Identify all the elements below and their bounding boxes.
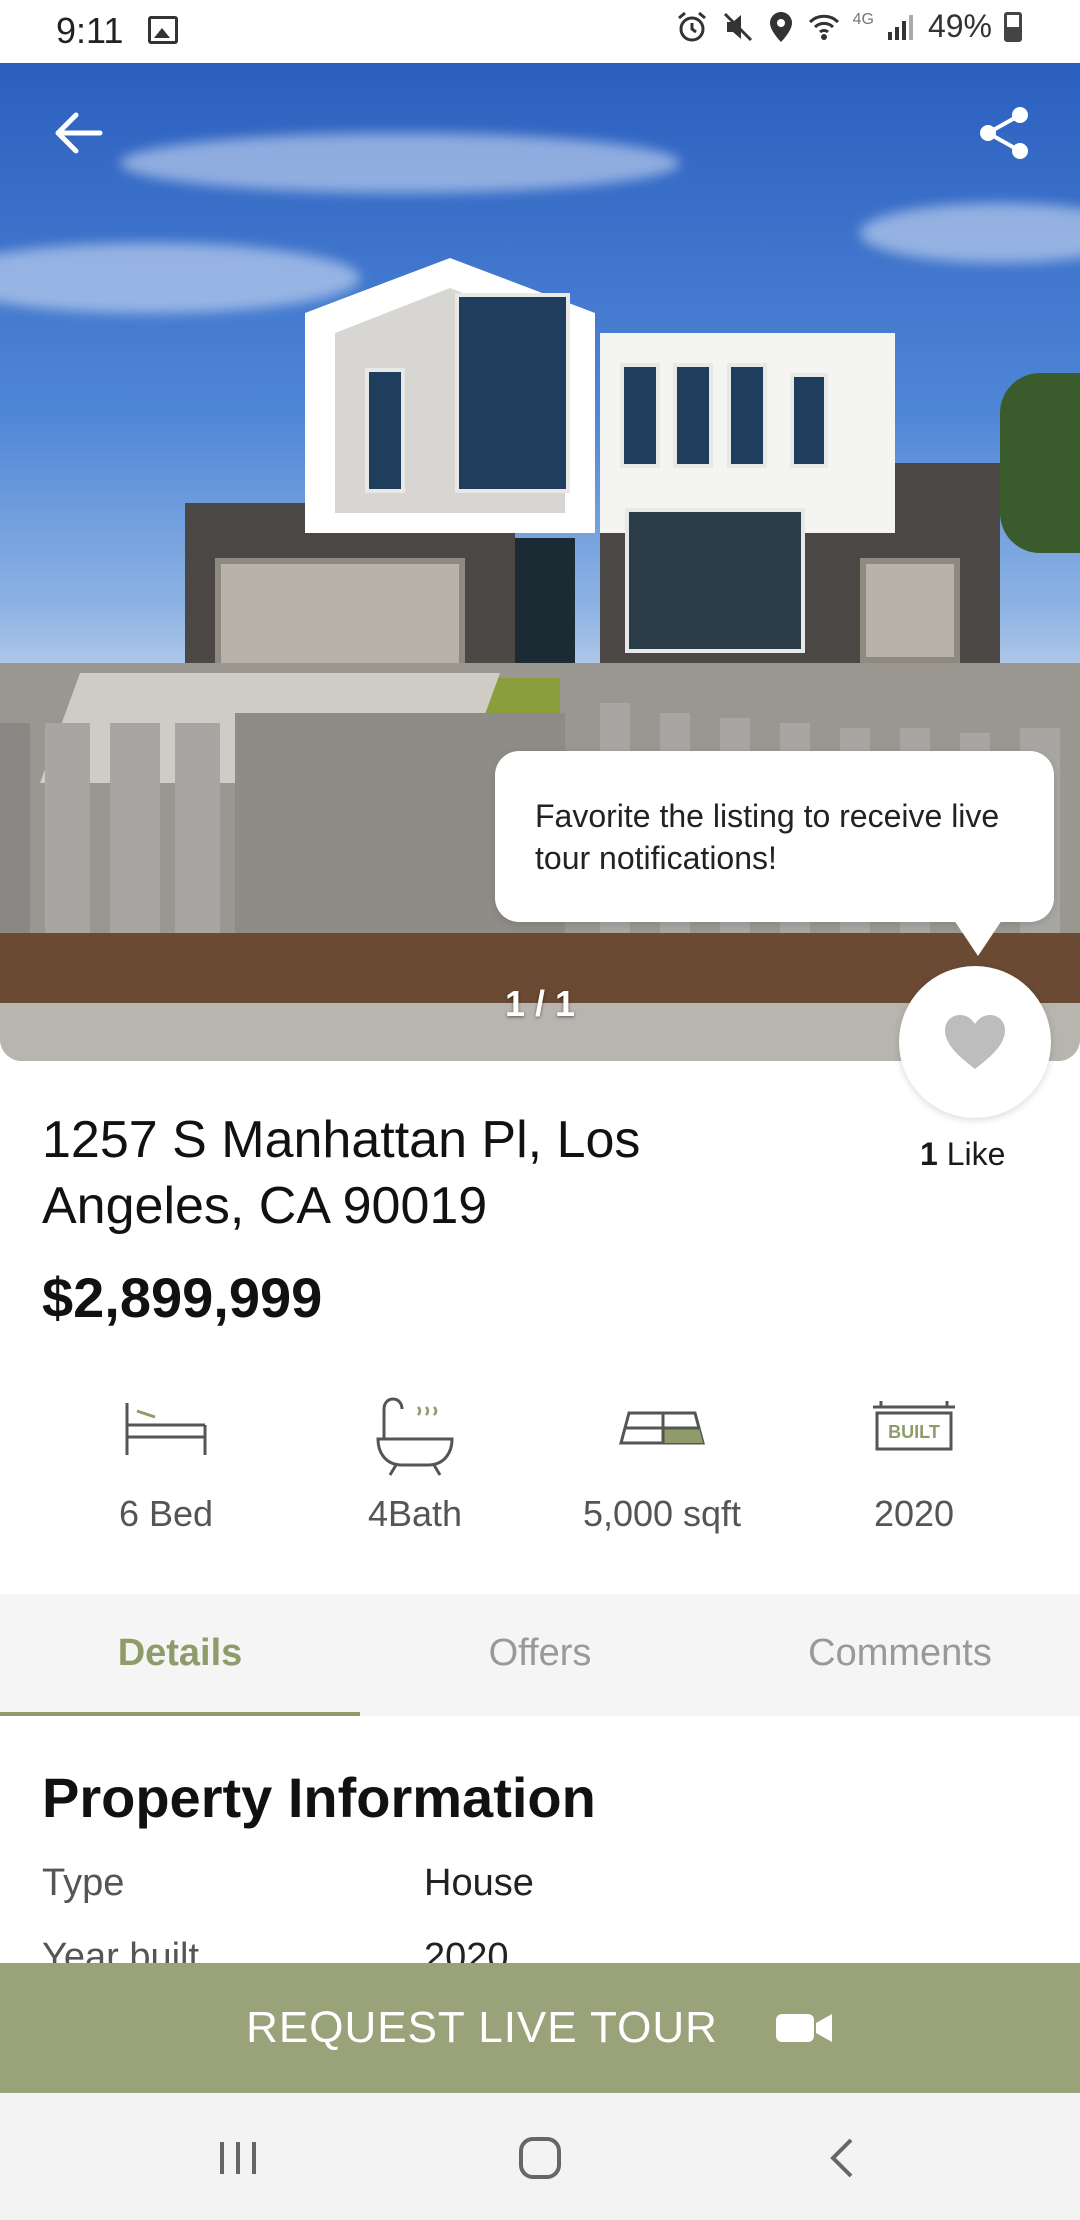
photo-cloud [120,133,680,193]
photo-window [620,363,660,468]
feature-year-built: BUILT 2020 [794,1395,1034,1535]
image-icon [148,16,178,44]
heart-icon [945,1015,1005,1069]
listing-address: 1257 S Manhattan Pl, Los Angeles, CA 900… [42,1111,641,1235]
likes-number: 1 [920,1136,938,1172]
status-bar: 9:11 4G 49% [0,0,1080,63]
likes-label: Like [946,1136,1006,1172]
photo-window [673,363,713,468]
feature-beds-label: 6 Bed [118,1493,214,1534]
photo-window [625,508,805,653]
recents-icon [220,2142,256,2174]
recents-button[interactable] [198,2123,278,2193]
info-value: House [424,1862,534,1904]
home-button[interactable] [500,2123,580,2193]
favorite-tooltip[interactable]: Favorite the listing to receive live tou… [495,751,1054,956]
photo-window [790,373,828,468]
floorplan-icon [619,1411,705,1445]
photo-door [515,538,575,678]
photo-garage [215,558,465,678]
bed-icon [125,1403,207,1455]
feature-area-label: 5,000 sqft [582,1493,742,1534]
system-nav-bar [0,2093,1080,2220]
feature-beds: 6 Bed [46,1395,286,1535]
listing-price: $2,899,999 [42,1266,323,1329]
photo-tree [1000,373,1080,553]
photo-window [455,293,570,493]
battery-icon [1004,11,1022,42]
request-live-tour-label: REQUEST LIVE TOUR [246,2003,718,2052]
photo-window [727,363,767,468]
chevron-left-icon [830,2138,853,2178]
built-sign-text: BUILT [888,1422,940,1442]
network-type: 4G [852,10,874,28]
signal-icon [887,14,913,40]
favorite-button[interactable] [899,966,1051,1118]
built-sign-icon: BUILT [873,1401,955,1451]
photo-garage [860,558,960,663]
detail-tabs: Details Offers Comments [0,1594,1080,1716]
photo-window [365,368,405,493]
bathtub-icon [376,1397,454,1476]
status-icons: 4G 49% [675,8,1022,45]
feature-year-built-label: 2020 [873,1493,955,1534]
wifi-icon [808,14,839,40]
battery-percent: 49% [927,8,992,44]
video-camera-icon [775,2014,832,2042]
feature-baths: 4Bath [295,1395,535,1535]
back-arrow-icon[interactable] [48,103,108,163]
location-icon [769,11,792,42]
mute-icon [723,12,752,41]
request-live-tour-button[interactable]: REQUEST LIVE TOUR [0,1963,1080,2093]
info-key: Type [42,1862,125,1904]
home-icon [519,2137,561,2179]
tab-offers[interactable]: Offers [360,1594,720,1716]
tab-comments[interactable]: Comments [720,1594,1080,1716]
property-info-title: Property Information [42,1766,596,1829]
share-icon[interactable] [976,103,1034,163]
listing-features: 6 Bed 4Bath 5,000 sqft BUILT 2020 [0,1395,1080,1545]
tab-details[interactable]: Details [0,1594,360,1716]
system-back-button[interactable] [802,2123,882,2193]
feature-area: 5,000 sqft [542,1395,782,1535]
feature-baths-label: 4Bath [367,1493,463,1534]
alarm-icon [677,11,706,41]
likes-count: 1 Like [920,1136,1005,1173]
status-time: 9:11 [56,10,124,51]
